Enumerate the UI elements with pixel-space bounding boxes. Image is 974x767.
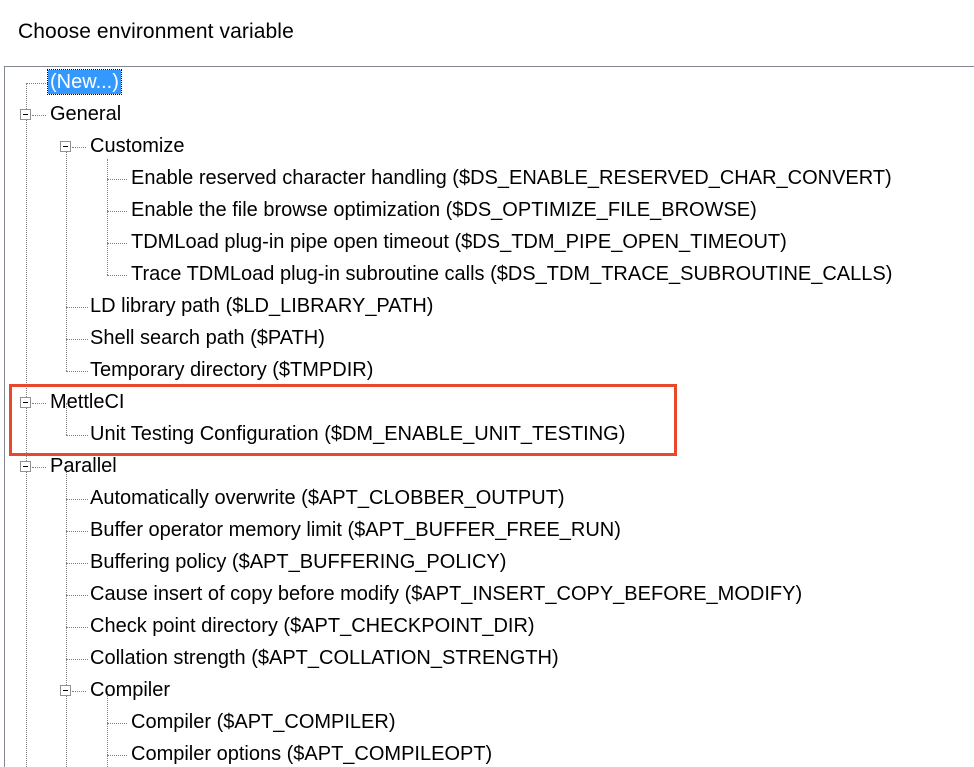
tree-node-general-label: General bbox=[50, 103, 122, 125]
collapse-icon[interactable] bbox=[60, 141, 71, 152]
tree-item[interactable]: Check point directory ($APT_CHECKPOINT_D… bbox=[5, 611, 974, 643]
tree-item-label: Buffer operator memory limit ($APT_BUFFE… bbox=[90, 519, 621, 541]
tree-item-label: Buffering policy ($APT_BUFFERING_POLICY) bbox=[90, 551, 507, 573]
collapse-icon[interactable] bbox=[20, 109, 31, 120]
tree-item[interactable]: Enable the file browse optimization ($DS… bbox=[5, 195, 974, 227]
tree-item-new[interactable]: (New...) bbox=[5, 67, 974, 99]
tree-node-parallel-label: Parallel bbox=[50, 455, 117, 477]
tree-item-label: Compiler options ($APT_COMPILEOPT) bbox=[131, 743, 493, 765]
tree-item-label: Shell search path ($PATH) bbox=[90, 327, 325, 349]
tree-item[interactable]: Trace TDMLoad plug-in subroutine calls (… bbox=[5, 259, 974, 291]
tree-item-label: Enable reserved character handling ($DS_… bbox=[131, 167, 892, 189]
tree-item[interactable]: Collation strength ($APT_COLLATION_STREN… bbox=[5, 643, 974, 675]
tree-node-general[interactable]: General bbox=[5, 99, 974, 131]
tree-node-parallel[interactable]: Parallel bbox=[5, 451, 974, 483]
tree-item[interactable]: Cause insert of copy before modify ($APT… bbox=[5, 579, 974, 611]
tree-node-mettleci-label: MettleCI bbox=[50, 391, 125, 413]
tree-node-compiler-label: Compiler bbox=[90, 679, 171, 701]
window-title: Choose environment variable bbox=[18, 20, 294, 43]
tree-item-label: Trace TDMLoad plug-in subroutine calls (… bbox=[131, 263, 893, 285]
tree-node-customize[interactable]: Customize bbox=[5, 131, 974, 163]
collapse-icon[interactable] bbox=[60, 685, 71, 696]
tree-item-label: Cause insert of copy before modify ($APT… bbox=[90, 583, 803, 605]
tree-item-label: Temporary directory ($TMPDIR) bbox=[90, 359, 374, 381]
title-bar: Choose environment variable bbox=[0, 0, 974, 66]
tree-item-new-label: (New...) bbox=[47, 69, 122, 95]
tree-item[interactable]: Shell search path ($PATH) bbox=[5, 323, 974, 355]
tree-node-compiler[interactable]: Compiler bbox=[5, 675, 974, 707]
tree-item[interactable]: Compiler options ($APT_COMPILEOPT) bbox=[5, 739, 974, 767]
tree-item-label: TDMLoad plug-in pipe open timeout ($DS_T… bbox=[131, 231, 787, 253]
tree-node-mettleci[interactable]: MettleCI bbox=[5, 387, 974, 419]
tree-item[interactable]: Temporary directory ($TMPDIR) bbox=[5, 355, 974, 387]
tree-item-unit-testing[interactable]: Unit Testing Configuration ($DM_ENABLE_U… bbox=[5, 419, 974, 451]
tree-item-label: Unit Testing Configuration ($DM_ENABLE_U… bbox=[90, 423, 626, 445]
tree-item[interactable]: TDMLoad plug-in pipe open timeout ($DS_T… bbox=[5, 227, 974, 259]
collapse-icon[interactable] bbox=[20, 461, 31, 472]
tree-item-label: Collation strength ($APT_COLLATION_STREN… bbox=[90, 647, 559, 669]
tree-item[interactable]: Buffer operator memory limit ($APT_BUFFE… bbox=[5, 515, 974, 547]
tree-node-customize-label: Customize bbox=[90, 135, 185, 157]
tree-item-label: LD library path ($LD_LIBRARY_PATH) bbox=[90, 295, 434, 317]
tree-item[interactable]: Automatically overwrite ($APT_CLOBBER_OU… bbox=[5, 483, 974, 515]
collapse-icon[interactable] bbox=[20, 397, 31, 408]
tree-item-label: Enable the file browse optimization ($DS… bbox=[131, 199, 757, 221]
tree-item-label: Automatically overwrite ($APT_CLOBBER_OU… bbox=[90, 487, 565, 509]
tree-item[interactable]: Enable reserved character handling ($DS_… bbox=[5, 163, 974, 195]
tree-item-label: Check point directory ($APT_CHECKPOINT_D… bbox=[90, 615, 535, 637]
environment-variable-tree[interactable]: (New...) General Customize Enable reserv… bbox=[4, 66, 974, 767]
tree-item-label: Compiler ($APT_COMPILER) bbox=[131, 711, 396, 733]
tree-item[interactable]: LD library path ($LD_LIBRARY_PATH) bbox=[5, 291, 974, 323]
tree-item[interactable]: Compiler ($APT_COMPILER) bbox=[5, 707, 974, 739]
tree-item[interactable]: Buffering policy ($APT_BUFFERING_POLICY) bbox=[5, 547, 974, 579]
